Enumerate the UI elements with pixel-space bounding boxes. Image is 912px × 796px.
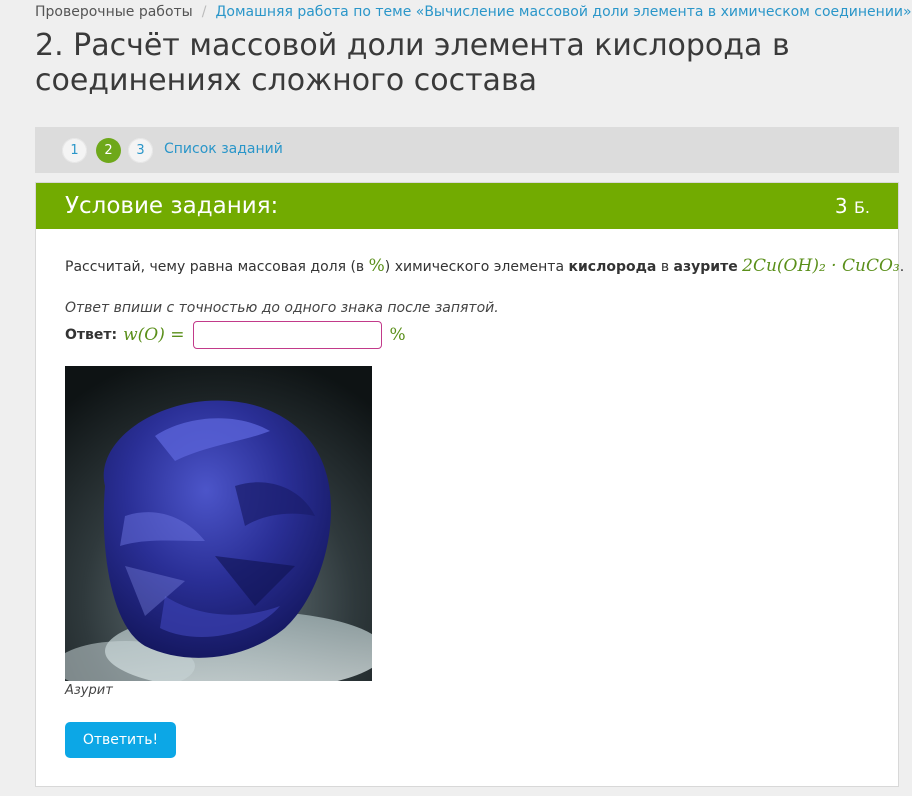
answer-math-label: w(O) = <box>123 325 185 345</box>
task-condition-title: Условие задания: <box>65 193 279 219</box>
pager-item-2-active[interactable]: 2 <box>96 138 121 163</box>
breadcrumb: Проверочные работы / Домашняя работа по те… <box>35 3 912 21</box>
azurite-photo <box>65 366 372 681</box>
points-value: 3 <box>834 194 848 218</box>
answer-unit: % <box>389 325 406 345</box>
points-unit: Б. <box>853 198 870 217</box>
breadcrumb-root: Проверочные работы <box>35 4 193 20</box>
task-panel-header: Условие задания: 3 Б. <box>36 183 898 229</box>
question-part2: ) химического элемента <box>384 259 569 275</box>
substance-formula: 2Cu(OH)₂ · CuCO₃ <box>742 256 900 276</box>
photo-caption: Азурит <box>65 683 113 698</box>
question-text: Рассчитай, чему равна массовая доля (в %… <box>65 256 904 276</box>
page-title: 2. Расчёт массовой доли элемента кислоро… <box>35 28 790 98</box>
pager-item-1[interactable]: 1 <box>62 138 87 163</box>
task-panel: Условие задания: 3 Б. Рассчитай, чему ра… <box>35 182 904 787</box>
points-badge: 3 Б. <box>835 194 870 218</box>
question-part3: в <box>656 259 674 275</box>
task-list-link[interactable]: Список заданий <box>164 141 283 157</box>
question-substance: азурите <box>673 259 738 275</box>
pager-item-3[interactable]: 3 <box>128 138 153 163</box>
answer-row: Ответ: w(O) = % <box>65 321 406 349</box>
submit-answer-button[interactable]: Ответить! <box>65 722 176 758</box>
question-element: кислорода <box>568 259 657 275</box>
task-pager: 1 2 3 Список заданий <box>35 127 899 173</box>
question-part1: Рассчитай, чему равна массовая доля (в <box>65 259 369 275</box>
breadcrumb-separator: / <box>201 4 207 20</box>
answer-label: Ответ: <box>65 327 118 343</box>
answer-input[interactable] <box>192 321 382 349</box>
percent-symbol: % <box>368 256 385 276</box>
breadcrumb-link-homework[interactable]: Домашняя работа по теме «Вычисление масс… <box>215 4 911 20</box>
precision-note: Ответ впиши с точностью до одного знака … <box>65 300 499 316</box>
question-end: . <box>899 259 905 275</box>
